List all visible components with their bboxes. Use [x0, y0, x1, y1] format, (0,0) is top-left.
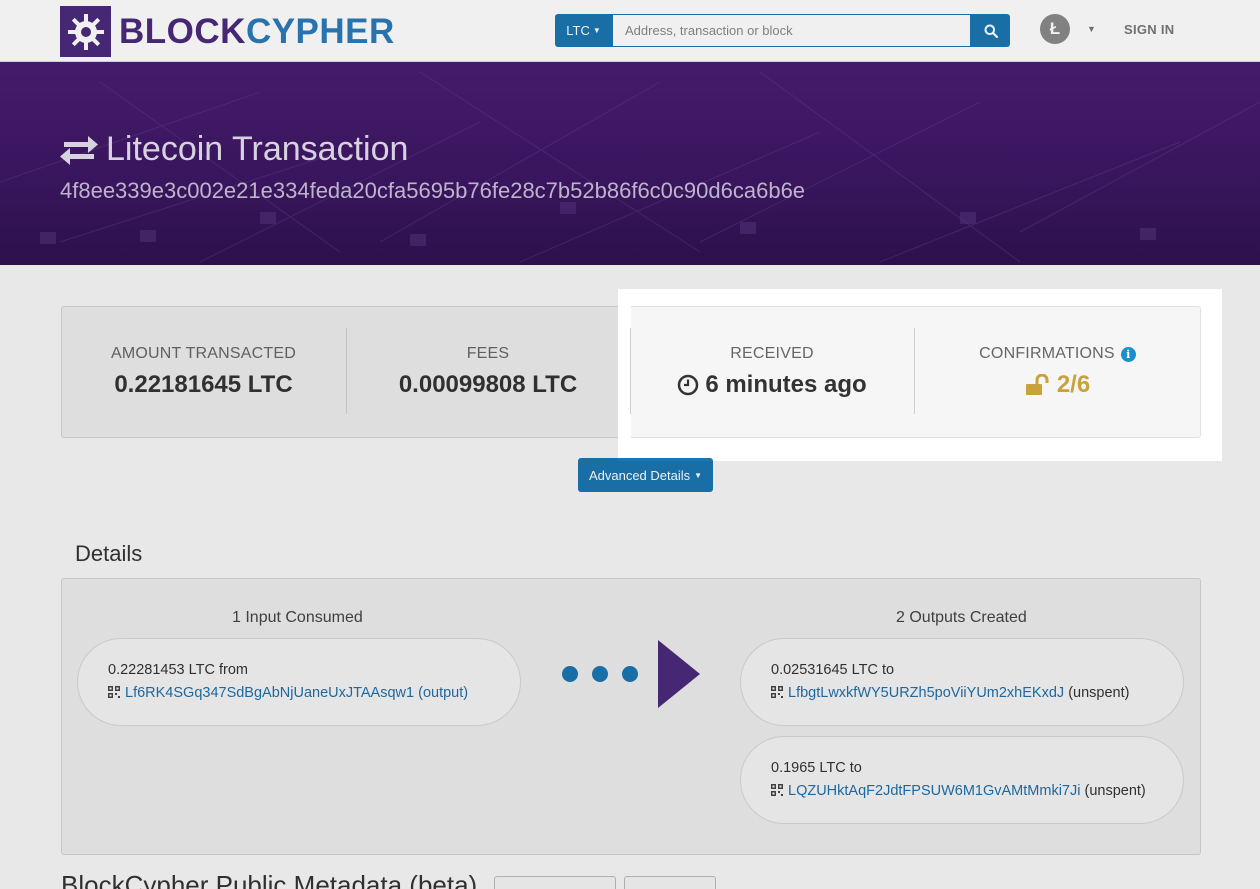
- details-heading: Details: [75, 541, 143, 566]
- fees-label: FEES: [466, 345, 510, 362]
- coin-selector-label: LTC: [566, 23, 590, 38]
- output-status: (unspent): [1068, 685, 1130, 701]
- input-address-link[interactable]: Lf6RK4SGq347SdBgAbNjUaneUxJTAAsqw1: [125, 685, 414, 701]
- user-menu-caret-icon[interactable]: ▼: [1087, 24, 1096, 34]
- fees-value: 0.00099808 LTC: [398, 371, 578, 398]
- top-navbar: BLOCKCYPHER LTC ▼ Ł ▼ SIGN IN: [0, 0, 1260, 62]
- clock-icon: [678, 374, 699, 396]
- info-icon[interactable]: i: [1120, 346, 1136, 362]
- api-docs-button[interactable]: [624, 876, 716, 889]
- search-button[interactable]: [971, 14, 1010, 47]
- logo-text-part2: CYPHER: [245, 12, 395, 51]
- caret-down-icon: ▼: [592, 26, 601, 35]
- received-value-row: 6 minutes ago: [677, 371, 867, 399]
- coin-selector-dropdown[interactable]: LTC ▼: [555, 14, 612, 47]
- search-bar: LTC ▼: [555, 14, 1010, 47]
- page-title-text: Litecoin Transaction: [106, 130, 409, 168]
- inputs-heading: 1 Input Consumed: [232, 609, 363, 626]
- output-amount: 0.1965 LTC to: [771, 760, 862, 776]
- input-address-row: Lf6RK4SGq347SdBgAbNjUaneUxJTAAsqw1 (outp…: [108, 682, 490, 705]
- confirmations-label-row: CONFIRMATIONS i: [979, 345, 1136, 363]
- caret-down-icon: ▼: [694, 470, 703, 480]
- input-output-link[interactable]: (output): [418, 685, 468, 701]
- output-item: 0.02531645 LTC to LfbgtLwxkfWY5URZh5poVi…: [740, 638, 1184, 726]
- advanced-details-label: Advanced Details: [588, 467, 691, 483]
- fees-stat: FEES 0.00099808 LTC: [346, 306, 630, 438]
- input-item: 0.22281453 LTC from Lf6RK4SGq347SdBgAbNj…: [77, 638, 521, 726]
- output-address-row: LfbgtLwxkfWY5URZh5poViiYUm2xhEKxdJ (unsp…: [771, 682, 1153, 705]
- outputs-heading: 2 Outputs Created: [896, 609, 1027, 626]
- amount-transacted-stat: AMOUNT TRANSACTED 0.22181645 LTC: [61, 306, 346, 438]
- received-label: RECEIVED: [730, 345, 814, 362]
- output-address-row: LQZUHktAqF2JdtFPSUW6M1GvAMtMmki7Ji (unsp…: [771, 780, 1153, 803]
- received-value: 6 minutes ago: [705, 371, 867, 398]
- output-status: (unspent): [1084, 783, 1146, 799]
- input-amount: 0.22281453 LTC from: [108, 662, 248, 678]
- qr-code-icon[interactable]: [771, 686, 783, 698]
- search-icon: [984, 24, 998, 38]
- sign-in-link[interactable]: SIGN IN: [1124, 22, 1175, 37]
- logo-text-part1: BLOCK: [119, 12, 246, 51]
- page-title: Litecoin Transaction: [60, 130, 408, 169]
- blockcypher-logo[interactable]: BLOCKCYPHER: [60, 6, 395, 57]
- logo-gear-icon: [60, 6, 111, 57]
- amount-transacted-label: AMOUNT TRANSACTED: [110, 345, 297, 362]
- confirmations-value: 2/6: [1056, 371, 1091, 398]
- confirmations-label: CONFIRMATIONS: [979, 345, 1115, 362]
- flow-dot: [562, 666, 578, 682]
- flow-arrow-icon: [658, 640, 700, 708]
- metadata-heading: BlockCypher Public Metadata (beta): [61, 870, 478, 889]
- advanced-details-button[interactable]: Advanced Details ▼: [578, 458, 713, 492]
- transfer-arrows-icon: [60, 135, 98, 165]
- unlocked-padlock-icon: [1025, 374, 1049, 395]
- logo-wordmark: BLOCKCYPHER: [119, 6, 395, 57]
- flow-dot: [592, 666, 608, 682]
- qr-code-icon[interactable]: [108, 686, 120, 698]
- output-amount: 0.02531645 LTC to: [771, 662, 895, 678]
- amount-transacted-value: 0.22181645 LTC: [114, 371, 293, 398]
- output-address-link[interactable]: LfbgtLwxkfWY5URZh5poViiYUm2xhEKxdJ: [788, 685, 1064, 701]
- litecoin-avatar-icon[interactable]: Ł: [1040, 14, 1070, 44]
- search-input[interactable]: [612, 14, 971, 47]
- received-stat: RECEIVED 6 minutes ago: [630, 306, 914, 438]
- output-item: 0.1965 LTC to LQZUHktAqF2JdtFPSUW6M1GvAM…: [740, 736, 1184, 824]
- transaction-hash: 4f8ee339e3c002e21e334feda20cfa5695b76fe2…: [60, 178, 806, 203]
- confirmations-value-row: 2/6: [1025, 371, 1090, 399]
- flow-dot: [622, 666, 638, 682]
- qr-code-icon[interactable]: [771, 784, 783, 796]
- output-address-link[interactable]: LQZUHktAqF2JdtFPSUW6M1GvAMtMmki7Ji: [788, 783, 1080, 799]
- add-metadata-button[interactable]: [494, 876, 616, 889]
- hero-banner: Litecoin Transaction 4f8ee339e3c002e21e3…: [0, 62, 1260, 265]
- confirmations-stat: CONFIRMATIONS i 2/6: [914, 306, 1201, 438]
